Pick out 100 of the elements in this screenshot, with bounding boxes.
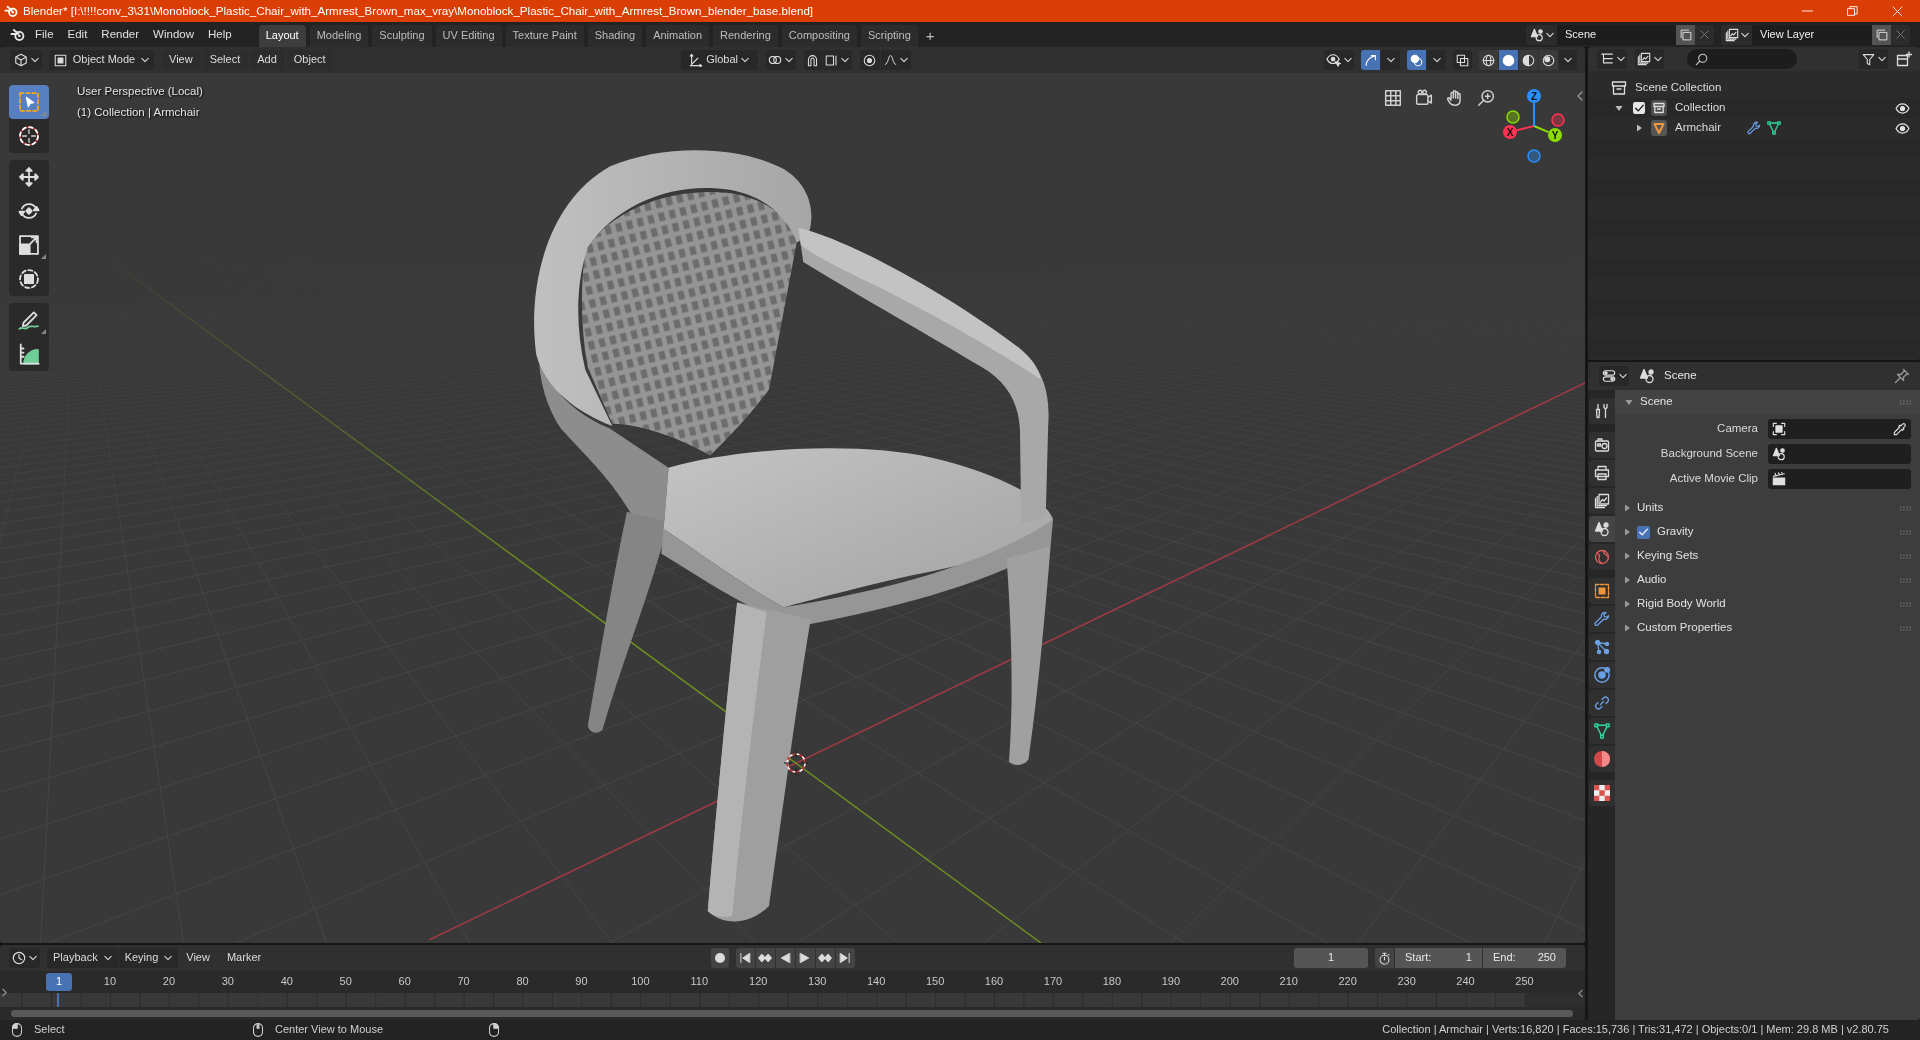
start-frame-field[interactable]: Start: 1	[1395, 948, 1482, 968]
filter-button[interactable]	[1859, 49, 1888, 69]
disclosure-triangle[interactable]	[1636, 124, 1642, 132]
xray-toggle[interactable]	[1453, 50, 1472, 70]
previous-keyframe-button[interactable]	[755, 948, 775, 968]
disclosure-triangle[interactable]	[1625, 504, 1630, 512]
mode-dropdown[interactable]: Object Mode	[49, 50, 154, 70]
workspace-tab[interactable]: Layout	[258, 25, 306, 47]
disclosure-triangle[interactable]	[1625, 624, 1630, 632]
current-frame-field[interactable]: 1	[1294, 948, 1368, 968]
pin-icon[interactable]	[1894, 368, 1910, 384]
shading-button[interactable]	[1539, 50, 1558, 70]
checkbox[interactable]	[1633, 102, 1645, 114]
editor-type-button[interactable]	[1597, 49, 1627, 69]
chevron-icon[interactable]	[1577, 91, 1583, 101]
menu-item[interactable]: Object	[286, 50, 333, 70]
menu-item[interactable]: View	[179, 948, 217, 968]
eyedropper-icon[interactable]	[1893, 422, 1907, 436]
snap-target-dropdown[interactable]	[822, 50, 852, 70]
chevron-icon[interactable]	[2, 988, 7, 997]
scrollbar[interactable]	[11, 1010, 1573, 1017]
current-frame-marker[interactable]: 1	[46, 973, 72, 991]
pivot-dropdown[interactable]	[765, 50, 796, 70]
camera-field[interactable]	[1768, 419, 1911, 439]
close-button[interactable]	[1695, 24, 1714, 45]
axis-dot[interactable]	[1506, 110, 1520, 124]
view-layer-field[interactable]: View Layer	[1752, 24, 1872, 45]
hand-icon[interactable]	[1446, 89, 1464, 107]
menu-dropdown[interactable]: Playback	[47, 948, 118, 968]
disclosure-triangle[interactable]	[1625, 528, 1630, 536]
workspace-tab[interactable]: Compositing	[781, 25, 857, 47]
grid-icon[interactable]	[1384, 89, 1402, 107]
properties-tab[interactable]	[1589, 516, 1615, 542]
editor-type-button[interactable]	[9, 948, 40, 968]
properties-tab[interactable]	[1589, 746, 1615, 772]
menu-item[interactable]: Render	[94, 22, 147, 47]
eye-icon[interactable]	[1895, 122, 1910, 134]
menu-item[interactable]: Help	[201, 22, 239, 47]
outliner-item[interactable]: Armchair	[1675, 121, 1721, 135]
dropdown-button[interactable]	[1559, 50, 1577, 70]
outliner-item[interactable]: Collection	[1675, 101, 1726, 115]
editor-type-button[interactable]	[1599, 366, 1629, 386]
view-layer-selector-button[interactable]	[1721, 24, 1752, 45]
shading-button[interactable]	[1479, 50, 1498, 70]
chevron-icon[interactable]	[1578, 989, 1583, 998]
dropdown-button[interactable]	[1427, 50, 1446, 70]
proportional-toggle[interactable]	[859, 50, 880, 70]
copy-button[interactable]	[1872, 24, 1891, 45]
editor-type-button[interactable]	[10, 50, 42, 70]
jump-end-button[interactable]	[835, 948, 855, 968]
properties-tab[interactable]	[1589, 634, 1615, 660]
menu-item[interactable]: File	[28, 22, 61, 47]
end-frame-field[interactable]: End: 250	[1483, 948, 1566, 968]
falloff-dropdown[interactable]	[880, 50, 911, 70]
dropdown-button[interactable]	[1381, 50, 1400, 70]
record-button[interactable]	[710, 948, 729, 968]
scene-field[interactable]	[1768, 444, 1911, 464]
gizmo-toggle[interactable]	[1361, 50, 1380, 70]
visibility-dropdown[interactable]	[1324, 50, 1354, 70]
properties-tab[interactable]	[1589, 398, 1615, 424]
panel-header[interactable]: Scene	[1615, 390, 1920, 414]
menu-item[interactable]: Edit	[60, 22, 95, 47]
disclosure-triangle[interactable]	[1625, 576, 1630, 584]
display-mode-button[interactable]	[1635, 49, 1664, 69]
scene-field[interactable]: Scene	[1557, 24, 1676, 45]
shading-button[interactable]	[1499, 50, 1518, 70]
add-workspace-button[interactable]: +	[921, 25, 939, 47]
vertex-triangle-icon[interactable]	[1767, 121, 1781, 135]
workspace-tab[interactable]: UV Editing	[435, 25, 502, 47]
menu-item[interactable]: Window	[146, 22, 201, 47]
properties-tab[interactable]	[1589, 460, 1615, 486]
properties-tab[interactable]	[1589, 662, 1615, 688]
play-button[interactable]	[795, 948, 815, 968]
properties-tab[interactable]	[1589, 780, 1615, 806]
search-field[interactable]	[1687, 49, 1797, 69]
copy-button[interactable]	[1676, 24, 1695, 45]
disclosure-triangle[interactable]	[1625, 600, 1630, 608]
properties-tab[interactable]	[1589, 488, 1615, 514]
workspace-tab[interactable]: Texture Paint	[505, 25, 584, 47]
shading-button[interactable]	[1519, 50, 1538, 70]
jump-start-button[interactable]	[735, 948, 755, 968]
next-keyframe-button[interactable]	[815, 948, 835, 968]
workspace-tab[interactable]: Rendering	[713, 25, 778, 47]
menu-item[interactable]: View	[162, 50, 200, 70]
menu-dropdown[interactable]: Keying	[118, 948, 179, 968]
disclosure-triangle[interactable]	[1625, 552, 1630, 560]
blender-logo-icon[interactable]	[9, 27, 25, 42]
properties-tab[interactable]	[1589, 578, 1615, 604]
menu-item[interactable]: Marker	[219, 948, 269, 968]
overlays-toggle[interactable]	[1407, 50, 1426, 70]
workspace-tab[interactable]: Animation	[646, 25, 710, 47]
eye-icon[interactable]	[1895, 102, 1910, 114]
orientation-dropdown[interactable]: Global	[680, 50, 758, 70]
workspace-tab[interactable]: Scripting	[860, 25, 918, 47]
properties-tab[interactable]	[1589, 606, 1615, 632]
workspace-tab[interactable]: Modeling	[309, 25, 369, 47]
movie-clip-field[interactable]	[1768, 469, 1911, 489]
workspace-tab[interactable]: Shading	[587, 25, 643, 47]
stopwatch-button[interactable]	[1375, 948, 1394, 968]
wrench-icon[interactable]	[1747, 121, 1761, 135]
